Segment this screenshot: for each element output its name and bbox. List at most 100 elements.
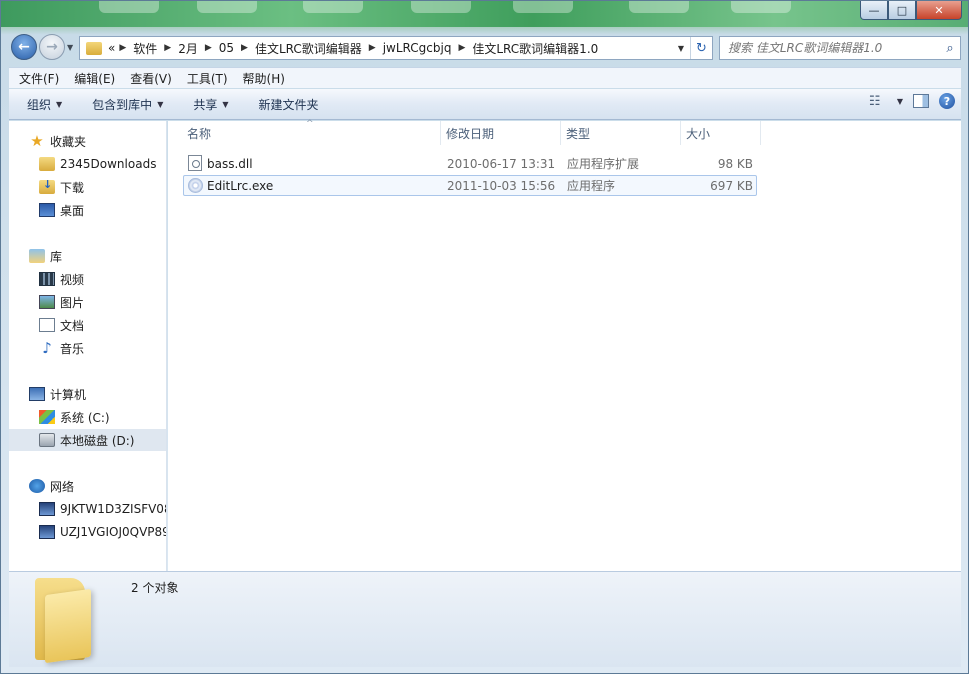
navigation-pane: ★ 收藏夹 2345Downloads 下载 桌面 库 视频 图片 — [9, 121, 167, 571]
breadcrumb-separator-icon[interactable]: ▶ — [198, 43, 219, 53]
details-pane: 2 个对象 — [9, 571, 961, 667]
column-label: 大小 — [686, 126, 711, 141]
library-icon — [29, 249, 45, 263]
breadcrumb-item[interactable]: 05 — [219, 41, 234, 55]
folder-icon — [86, 41, 102, 55]
search-icon[interactable]: ⌕ — [940, 41, 960, 56]
views-icon[interactable]: ☷ — [869, 94, 887, 109]
breadcrumb-item[interactable]: 软件 — [133, 40, 157, 57]
breadcrumb-item[interactable]: jwLRCgcbjq — [383, 41, 452, 55]
forward-button[interactable]: → — [39, 34, 65, 60]
music-icon: ♪ — [42, 339, 52, 357]
views-dropdown-icon[interactable]: ▼ — [897, 97, 903, 106]
column-name[interactable]: 名称 — [182, 121, 441, 145]
nav-computer[interactable]: 计算机 — [9, 383, 166, 405]
breadcrumb-item-current[interactable]: 佳文LRC歌词编辑器1.0 — [472, 40, 598, 57]
navigation-row: ← → ▼ « ▶ 软件 ▶ 2月 ▶ 05 ▶ 佳文LRC歌词编辑器 ▶ jw… — [1, 31, 968, 63]
menu-help[interactable]: 帮助(H) — [233, 70, 290, 87]
chevron-down-icon: ▼ — [157, 99, 164, 109]
nav-item-pictures[interactable]: 图片 — [9, 291, 166, 313]
nav-item-network-pc-1[interactable]: 9JKTW1D3ZISFV08 — [9, 498, 166, 520]
view-controls: ☷ ▼ ? — [869, 93, 955, 109]
nav-label: 9JKTW1D3ZISFV08 — [60, 502, 166, 516]
breadcrumb-separator-icon[interactable]: ▶ — [234, 43, 255, 53]
desktop-icon — [39, 203, 55, 217]
maximize-button[interactable]: □ — [888, 1, 916, 20]
nav-item-network-pc-2[interactable]: UZJ1VGIOJ0QVP89 — [9, 521, 166, 543]
breadcrumb-separator-icon[interactable]: ▶ — [451, 43, 472, 53]
network-computer-icon — [39, 502, 55, 516]
folder-front-shape — [45, 588, 91, 664]
include-in-library-button[interactable]: 包含到库中 ▼ — [74, 96, 175, 113]
nav-label: 图片 — [60, 295, 85, 310]
window-controls: — □ ✕ — [860, 1, 962, 20]
breadcrumb-separator-icon[interactable]: ▶ — [157, 43, 178, 53]
background-tab-blur — [303, 1, 363, 13]
nav-label: 下载 — [60, 180, 85, 195]
file-name: EditLrc.exe — [207, 178, 274, 193]
column-headers: ^ 名称 修改日期 类型 大小 — [168, 119, 961, 145]
title-bar: — □ ✕ — [1, 1, 968, 27]
file-size: 697 KB — [710, 178, 753, 193]
column-date[interactable]: 修改日期 — [441, 121, 561, 145]
background-tab-blur — [731, 1, 791, 13]
pictures-icon — [39, 295, 55, 309]
menu-edit[interactable]: 编辑(E) — [64, 70, 120, 87]
refresh-icon[interactable]: ↻ — [690, 37, 712, 59]
menu-file[interactable]: 文件(F) — [9, 70, 64, 87]
nav-item-drive-d[interactable]: 本地磁盘 (D:) — [9, 429, 166, 451]
nav-item-downloads[interactable]: 下载 — [9, 176, 166, 198]
nav-label: 本地磁盘 (D:) — [60, 433, 135, 448]
breadcrumb-item[interactable]: 2月 — [178, 40, 198, 57]
video-icon — [39, 272, 55, 286]
explorer-window: — □ ✕ ← → ▼ « ▶ 软件 ▶ 2月 ▶ 05 ▶ 佳文LRC歌词编辑… — [0, 0, 969, 674]
breadcrumb-item[interactable]: 佳文LRC歌词编辑器 — [255, 40, 362, 57]
nav-label: 网络 — [50, 479, 75, 494]
preview-pane-icon[interactable] — [913, 94, 929, 108]
command-bar: 组织 ▼ 包含到库中 ▼ 共享 ▼ 新建文件夹 ☷ ▼ ? — [9, 89, 961, 120]
nav-item-2345downloads[interactable]: 2345Downloads — [9, 153, 166, 175]
nav-item-drive-c[interactable]: 系统 (C:) — [9, 406, 166, 428]
file-size: 98 KB — [717, 156, 753, 171]
search-box[interactable]: ⌕ — [719, 36, 961, 60]
nav-label: 2345Downloads — [60, 157, 157, 171]
background-tab-blur — [99, 1, 159, 13]
minimize-button[interactable]: — — [860, 1, 888, 20]
address-bar[interactable]: « ▶ 软件 ▶ 2月 ▶ 05 ▶ 佳文LRC歌词编辑器 ▶ jwLRCgcb… — [79, 36, 713, 60]
close-button[interactable]: ✕ — [916, 1, 962, 20]
chevron-down-icon: ▼ — [56, 99, 63, 109]
file-row[interactable]: bass.dll 2010-06-17 13:31 应用程序扩展 98 KB — [183, 153, 757, 174]
nav-item-documents[interactable]: 文档 — [9, 314, 166, 336]
nav-label: 收藏夹 — [50, 134, 87, 149]
column-size[interactable]: 大小 — [681, 121, 761, 145]
column-type[interactable]: 类型 — [561, 121, 681, 145]
search-input[interactable] — [728, 41, 940, 55]
share-button[interactable]: 共享 ▼ — [175, 96, 240, 113]
nav-item-desktop[interactable]: 桌面 — [9, 199, 166, 221]
share-label: 共享 — [193, 97, 218, 112]
menu-tools[interactable]: 工具(T) — [177, 70, 233, 87]
nav-label: 库 — [50, 249, 63, 264]
chevron-down-icon: ▼ — [222, 99, 229, 109]
organize-button[interactable]: 组织 ▼ — [9, 96, 74, 113]
nav-network[interactable]: 网络 — [9, 475, 166, 497]
nav-libraries[interactable]: 库 — [9, 245, 166, 267]
column-label: 修改日期 — [446, 126, 495, 141]
file-row-selected[interactable]: EditLrc.exe 2011-10-03 15:56 应用程序 697 KB — [183, 175, 757, 196]
help-icon[interactable]: ? — [939, 93, 955, 109]
nav-item-music[interactable]: ♪ 音乐 — [9, 337, 166, 359]
breadcrumb-separator-icon[interactable]: ▶ — [362, 43, 383, 53]
file-name: bass.dll — [207, 156, 253, 171]
menu-view[interactable]: 查看(V) — [120, 70, 177, 87]
recent-pages-dropdown[interactable]: ▼ — [67, 43, 73, 52]
dll-file-icon — [188, 155, 202, 171]
back-button[interactable]: ← — [11, 34, 37, 60]
star-icon: ★ — [30, 132, 44, 150]
nav-item-videos[interactable]: 视频 — [9, 268, 166, 290]
new-folder-button[interactable]: 新建文件夹 — [241, 96, 331, 113]
address-history-dropdown[interactable]: ▼ — [672, 44, 690, 53]
breadcrumb-overflow[interactable]: « — [106, 41, 115, 55]
nav-label: 计算机 — [50, 387, 87, 402]
nav-favorites[interactable]: ★ 收藏夹 — [9, 130, 166, 152]
background-tab-blur — [513, 1, 573, 13]
